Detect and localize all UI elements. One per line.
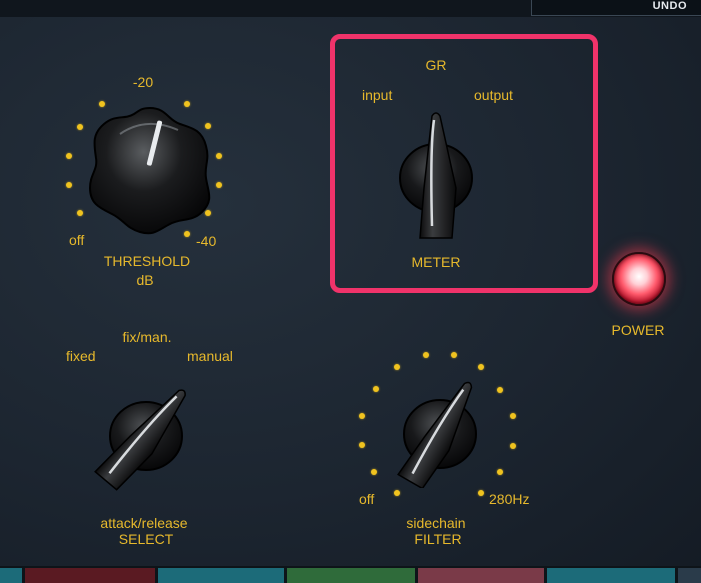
meter-input-label: input: [362, 87, 393, 103]
sidechain-filter-knob[interactable]: [390, 372, 502, 488]
sidechain-max-label: 280Hz: [489, 491, 530, 507]
meter-knob[interactable]: [394, 108, 478, 246]
meter-gr-label: GR: [425, 57, 447, 73]
ar-name-line1: attack/release: [100, 515, 188, 531]
meter-name: METER: [411, 254, 461, 270]
ar-name-line2: SELECT: [118, 531, 174, 547]
power-led-button[interactable]: [612, 252, 666, 306]
bottom-tab-5[interactable]: [418, 568, 544, 583]
attack-release-knob[interactable]: [88, 384, 200, 494]
undo-button[interactable]: UNDO: [531, 0, 701, 16]
bottom-tab-2[interactable]: [25, 568, 155, 583]
ar-fixed-label: fixed: [66, 348, 96, 364]
bottom-tab-4[interactable]: [287, 568, 415, 583]
threshold-off-label: off: [69, 232, 85, 248]
bottom-tab-1[interactable]: [0, 568, 22, 583]
meter-output-label: output: [474, 87, 513, 103]
threshold-name: THRESHOLD: [103, 253, 191, 269]
sidechain-name-line1: sidechain: [406, 515, 466, 531]
ar-manual-label: manual: [187, 348, 233, 364]
power-label: POWER: [611, 322, 665, 338]
threshold-max-label: -40: [196, 233, 217, 249]
threshold-top-label: -20: [132, 74, 154, 90]
threshold-knob[interactable]: [80, 100, 220, 240]
bottom-tab-7[interactable]: [678, 568, 701, 583]
threshold-unit: dB: [136, 272, 154, 288]
bottom-tab-6[interactable]: [547, 568, 675, 583]
sidechain-name-line2: FILTER: [414, 531, 462, 547]
sidechain-off-label: off: [359, 491, 375, 507]
bottom-tab-3[interactable]: [158, 568, 284, 583]
top-toolbar: UNDO: [0, 0, 701, 17]
ar-fixman-label: fix/man.: [122, 329, 172, 345]
